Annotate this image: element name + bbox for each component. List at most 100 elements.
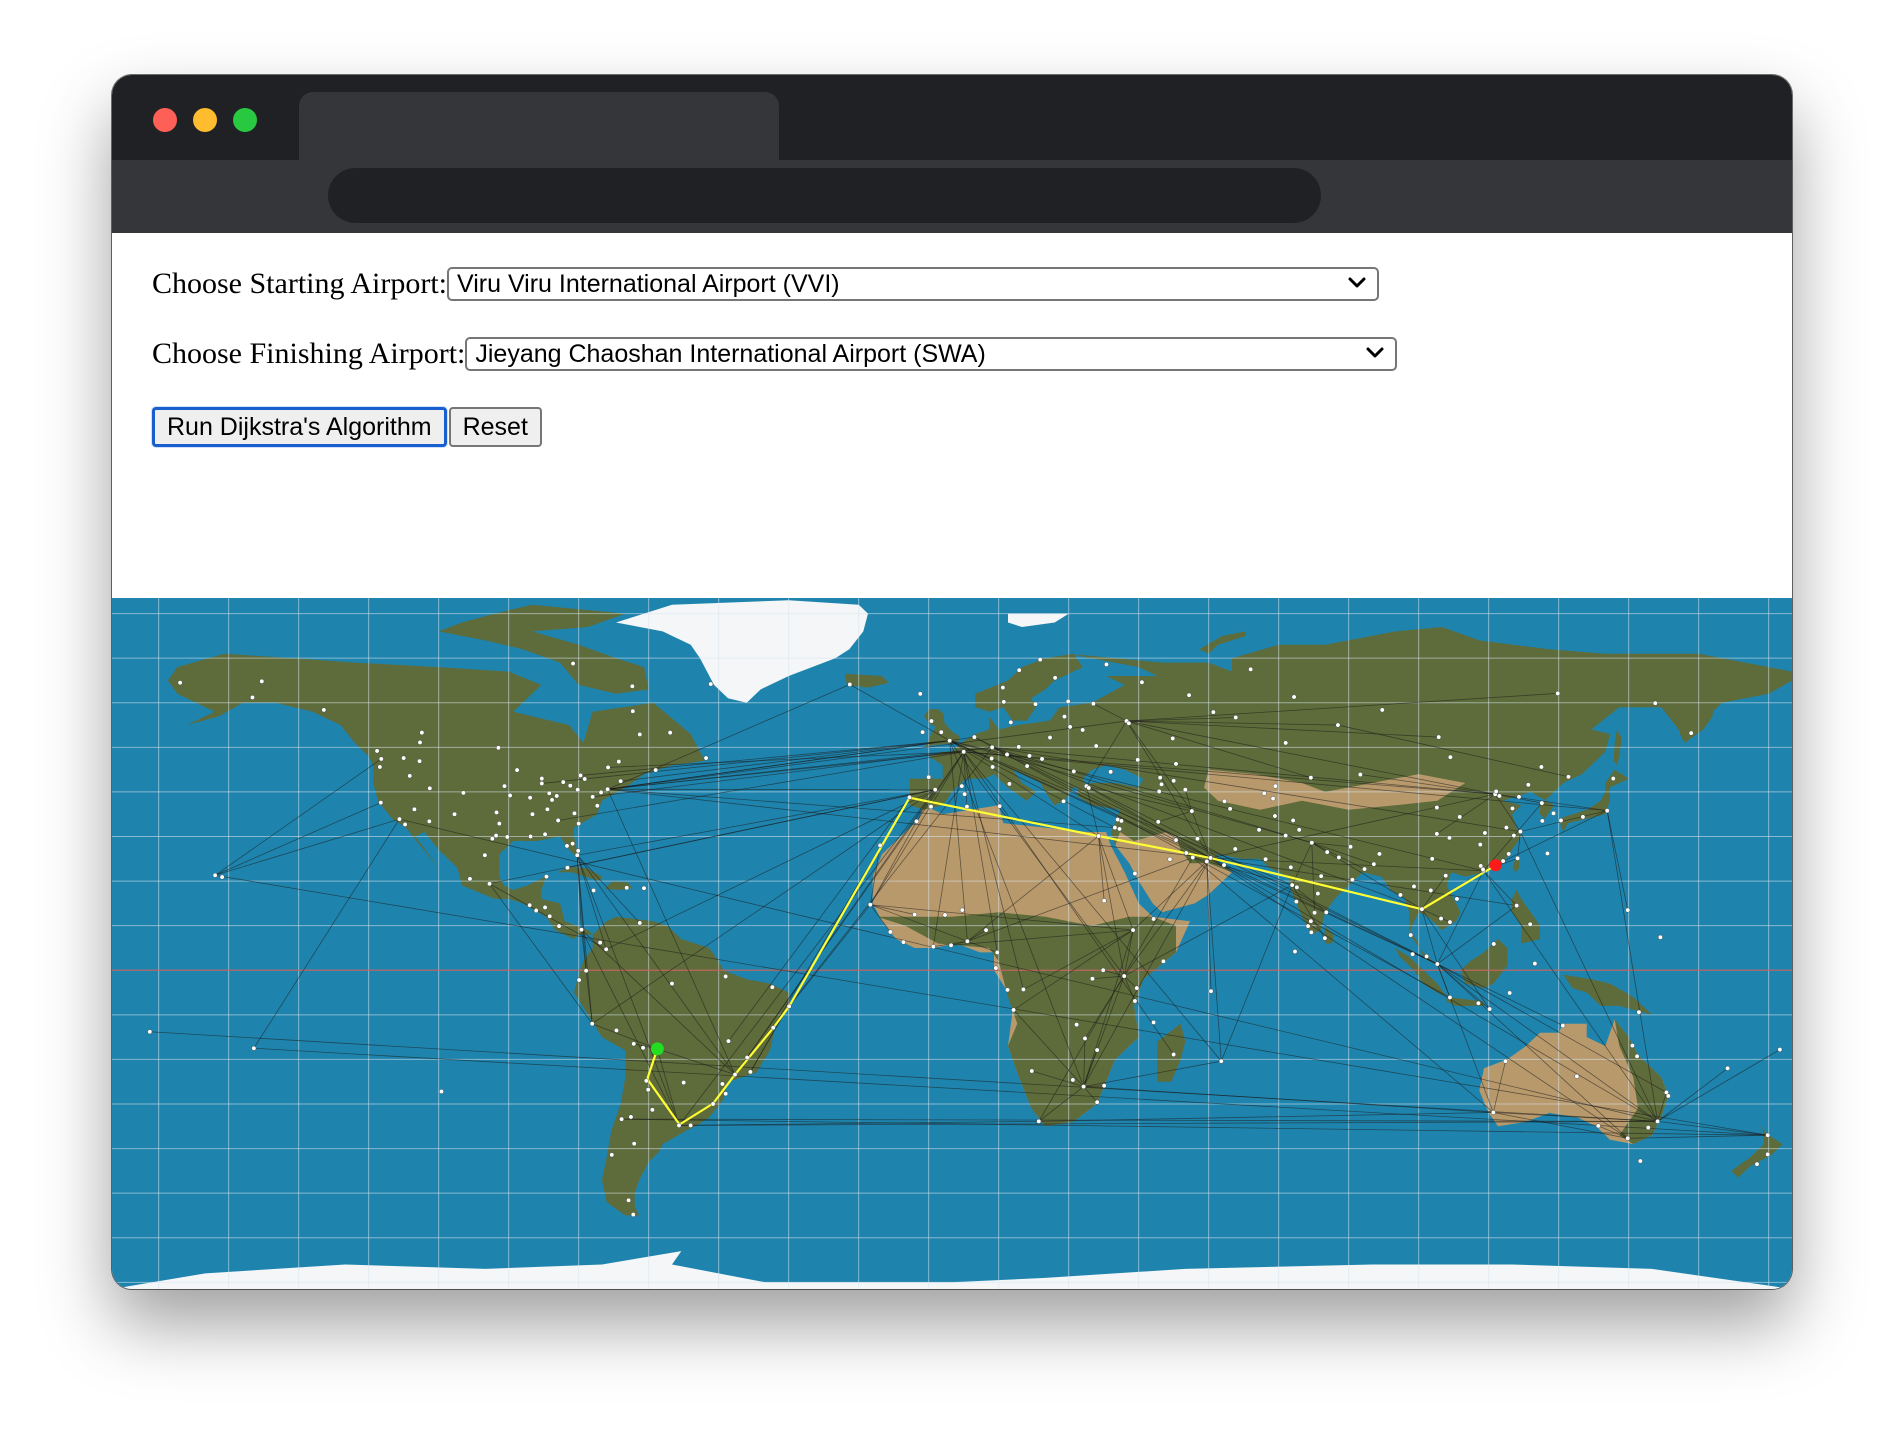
airport-marker [467,876,473,882]
airport-marker [603,946,609,952]
airport-marker [1159,781,1164,787]
airport-marker [1156,789,1162,794]
airport-marker [1080,727,1086,733]
airport-marker [626,1197,631,1203]
airport-marker [1637,1158,1643,1164]
airport-marker [1292,949,1298,954]
browser-tab[interactable] [299,92,779,160]
airport-marker [1208,855,1213,861]
airport-marker [1119,818,1124,824]
airport-marker [1506,851,1512,857]
airport-marker [1476,1000,1481,1006]
airport-marker [1443,873,1449,879]
airport-marker [1024,763,1030,769]
finish-airport-select[interactable]: Jieyang Chaoshan International Airport (… [465,337,1398,371]
close-window-button[interactable] [153,108,177,132]
airport-marker [528,834,533,839]
airport-marker [570,661,576,666]
airport-marker [1434,805,1440,810]
airport-marker [1005,987,1010,993]
minimize-window-button[interactable] [193,108,217,132]
airport-marker [1777,1047,1783,1053]
chevron-down-icon [1348,277,1366,288]
airport-marker [1195,836,1200,842]
airport-marker [576,977,582,983]
airport-marker [1336,855,1342,860]
run-dijkstra-button[interactable]: Run Dijkstra's Algorithm [152,407,447,447]
airport-marker [723,974,729,979]
airport-marker [926,774,932,780]
airport-marker [947,738,953,744]
airport-marker [1518,829,1523,835]
airport-marker [1408,932,1414,938]
airport-marker [888,929,893,935]
airport-marker [989,744,995,750]
airport-marker [614,1028,619,1033]
airport-marker [786,1003,792,1009]
airport-marker [251,1045,257,1051]
airport-marker [1208,988,1214,994]
airport-marker [637,732,643,737]
airport-marker [1151,916,1157,922]
airport-marker [1218,1058,1224,1064]
airport-marker [590,794,596,800]
airport-marker [570,841,575,847]
airport-marker [147,1029,153,1035]
airport-marker [997,803,1002,809]
airport-marker [1516,794,1522,800]
airport-marker [572,810,577,816]
airport-marker [542,904,548,910]
airport-marker [669,981,675,987]
airport-marker [631,1141,637,1147]
airport-marker [1482,830,1488,836]
airport-marker [494,810,499,815]
airport-marker [1419,906,1425,912]
address-bar[interactable] [328,168,1321,223]
airport-marker [1004,752,1010,757]
airport-marker [1429,856,1435,862]
airport-marker [1610,776,1616,781]
airport-marker [439,1089,444,1094]
airport-marker [983,927,989,933]
airport-marker [1527,921,1533,927]
airport-marker [769,984,775,990]
airport-marker [591,888,596,893]
start-airport-label: Choose Starting Airport: [152,267,447,300]
airport-marker [1348,844,1353,850]
airport-marker [1039,756,1045,762]
airport-marker [1398,892,1403,898]
airport-marker [1132,871,1138,876]
finish-airport-value: Jieyang Chaoshan International Airport (… [475,340,986,368]
maximize-window-button[interactable] [233,108,257,132]
airport-marker [1480,867,1486,872]
airport-marker [1094,1099,1100,1105]
airport-marker [1658,934,1663,940]
airport-marker [407,773,413,779]
airport-marker [489,836,495,842]
airport-marker [374,748,380,754]
airport-marker [1189,808,1195,814]
airport-marker [1335,722,1341,728]
airport-marker [630,708,636,714]
airport-marker [321,707,327,713]
airport-marker [1232,846,1238,852]
airport-marker [703,755,709,761]
airport-marker [616,759,622,765]
airport-marker [1493,789,1499,794]
airport-marker [1765,1151,1771,1157]
airport-marker [1033,701,1038,707]
airport-marker [1093,743,1099,749]
reset-button[interactable]: Reset [448,407,542,447]
airport-marker [1532,961,1538,966]
airport-marker [1371,861,1377,867]
airport-marker [1323,909,1329,915]
start-airport-select[interactable]: Viru Viru International Airport (VVI) [447,267,1379,301]
airport-marker [1094,1047,1100,1053]
airport-marker [1447,835,1452,841]
airport-marker [582,776,588,782]
airport-marker [1126,720,1132,726]
airport-marker [1263,856,1269,862]
airport-marker [1036,1118,1042,1124]
airport-marker [1007,781,1012,787]
airport-marker [1350,877,1355,883]
